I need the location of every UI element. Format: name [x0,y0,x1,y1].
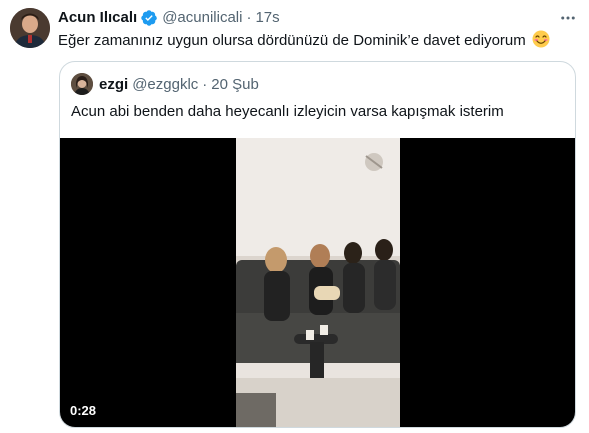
author-handle[interactable]: @acunilicali [162,8,242,28]
more-options-button[interactable] [557,7,579,29]
verified-badge-icon [140,9,158,27]
tweet-text: Eğer zamanınız uygun olursa dördünüzü de… [58,30,578,51]
quoted-separator-dot: · [202,75,208,93]
author-display-name[interactable]: Acun Ilıcalı [58,8,137,28]
quoted-author-avatar [71,73,93,95]
video-thumbnail [236,138,400,427]
tweet-timestamp[interactable]: 17s [255,8,279,28]
tweet-header: Acun Ilıcalı @acunilicali · 17s [58,8,280,28]
tweet[interactable]: Acun Ilıcalı @acunilicali · 17s Eğer zam… [0,0,589,433]
quoted-author-display-name: ezgi [99,75,129,93]
separator-dot: · [246,9,252,26]
video-duration: 0:28 [70,403,97,418]
more-horizontal-icon [561,16,575,20]
quoted-tweet-text: Acun abi benden daha heyecanlı izleyicin… [71,103,504,120]
tweet-text-content: Eğer zamanınız uygun olursa dördünüzü de… [58,32,526,49]
quoted-tweet-timestamp: 20 Şub [211,75,259,93]
author-avatar[interactable] [10,8,50,48]
smiling-face-emoji-icon [532,30,550,48]
quoted-video-player[interactable]: 0:28 [60,138,575,427]
quoted-tweet-card[interactable]: ezgi @ezggklc · 20 Şub Acun abi benden d… [59,61,576,428]
quoted-tweet-header: ezgi @ezggklc · 20 Şub [71,73,259,95]
quoted-author-handle: @ezggklc [132,75,199,93]
